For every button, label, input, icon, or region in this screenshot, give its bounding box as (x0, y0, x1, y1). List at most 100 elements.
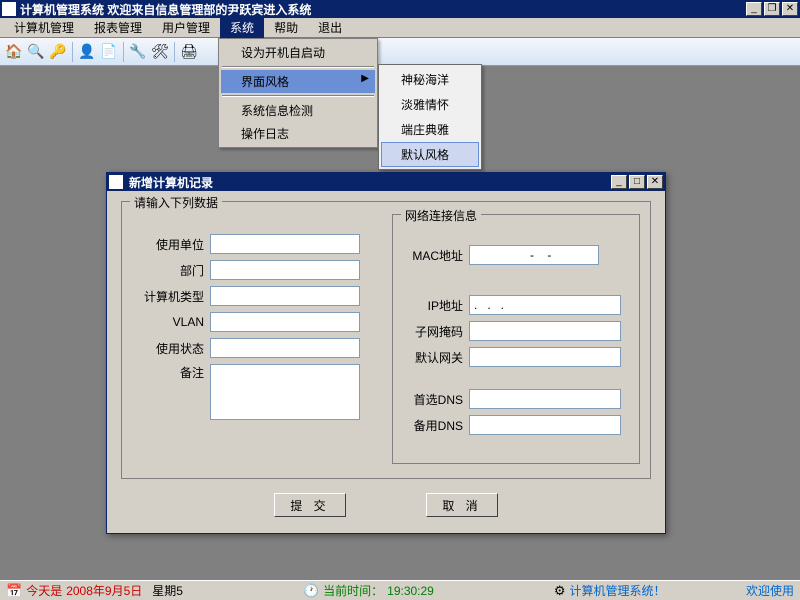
sysmenu-style-label: 界面风格 (241, 75, 289, 89)
tool-wrench-icon[interactable]: 🔧 (128, 42, 148, 62)
row-gw: 默认网关 (403, 347, 629, 367)
input-dept[interactable] (210, 260, 360, 280)
label-dns2: 备用DNS (403, 417, 463, 434)
label-dns1: 首选DNS (403, 391, 463, 408)
sysmenu-sysinfo[interactable]: 系统信息检测 (221, 99, 375, 122)
status-time-label: 当前时间： (323, 582, 383, 599)
menu-separator (222, 66, 374, 68)
style-submenu: 神秘海洋 淡雅情怀 端庄典雅 默认风格 (378, 64, 482, 170)
input-type[interactable] (210, 286, 360, 306)
menu-user[interactable]: 用户管理 (152, 17, 220, 38)
label-remark: 备注 (132, 364, 204, 381)
tool-tools-icon[interactable]: 🛠 (150, 42, 170, 62)
cancel-button[interactable]: 取 消 (426, 493, 498, 517)
group-net-legend: 网络连接信息 (401, 207, 481, 224)
dialog-minimize-button[interactable]: _ (611, 175, 627, 189)
row-mac: MAC地址 (403, 245, 629, 265)
submit-button[interactable]: 提 交 (274, 493, 346, 517)
clock-icon: 🕐 (303, 583, 319, 599)
tool-note-icon[interactable]: 📄 (99, 42, 119, 62)
maximize-button[interactable]: ❐ (764, 2, 780, 16)
sysmenu-log[interactable]: 操作日志 (221, 122, 375, 145)
menu-system[interactable]: 系统 (220, 17, 264, 38)
dialog-buttons: 提 交 取 消 (121, 493, 651, 517)
status-sys: ⚙ 计算机管理系统！ (554, 582, 666, 599)
gear-icon: ⚙ (554, 583, 566, 599)
group-main: 请输入下列数据 使用单位 部门 计算机类型 (121, 201, 651, 479)
status-welcome-text: 欢迎使用 (746, 582, 794, 599)
input-status[interactable] (210, 338, 360, 358)
row-ip: IP地址 (403, 295, 629, 315)
style-ocean[interactable]: 神秘海洋 (381, 67, 479, 92)
input-dns1[interactable] (469, 389, 621, 409)
add-computer-dialog: 新增计算机记录 _ □ ✕ 请输入下列数据 使用单位 部门 (106, 172, 666, 534)
menubar: 计算机管理 报表管理 用户管理 系统 帮助 退出 (0, 18, 800, 38)
group-net: 网络连接信息 MAC地址 IP地址 子网掩码 默认网关 (392, 214, 640, 464)
label-mask: 子网掩码 (403, 323, 463, 340)
row-type: 计算机类型 (132, 286, 380, 306)
menu-separator (222, 95, 374, 97)
row-vlan: VLAN (132, 312, 380, 332)
input-remark[interactable] (210, 364, 360, 420)
row-dept: 部门 (132, 260, 380, 280)
toolbar-separator (72, 42, 73, 62)
label-type: 计算机类型 (132, 288, 204, 305)
input-unit[interactable] (210, 234, 360, 254)
tool-user-icon[interactable]: 👤 (77, 42, 97, 62)
menu-report[interactable]: 报表管理 (84, 17, 152, 38)
system-menu: 设为开机自启动 界面风格 ▶ 系统信息检测 操作日志 (218, 38, 378, 148)
chevron-right-icon: ▶ (361, 73, 369, 84)
row-dns2: 备用DNS (403, 415, 629, 435)
toolbar-separator (123, 42, 124, 62)
dialog-icon (109, 175, 123, 189)
dialog-close-button[interactable]: ✕ (647, 175, 663, 189)
toolbar: 🏠 🔍 🔑 👤 📄 🔧 🛠 🖨 (0, 38, 800, 66)
status-sys-text: 计算机管理系统！ (570, 582, 666, 599)
input-dns2[interactable] (469, 415, 621, 435)
menu-exit[interactable]: 退出 (308, 17, 352, 38)
tool-key-icon[interactable]: 🔑 (48, 42, 68, 62)
input-ip[interactable] (469, 295, 621, 315)
menu-computer[interactable]: 计算机管理 (4, 17, 84, 38)
style-default[interactable]: 默认风格 (381, 142, 479, 167)
dialog-maximize-button[interactable]: □ (629, 175, 645, 189)
status-time: 🕐 当前时间： 19:30:29 (303, 582, 434, 599)
sysmenu-autostart[interactable]: 设为开机自启动 (221, 41, 375, 64)
tool-print-icon[interactable]: 🖨 (179, 42, 199, 62)
label-gw: 默认网关 (403, 349, 463, 366)
calendar-icon: 📅 (6, 583, 22, 599)
row-remark: 备注 (132, 364, 380, 420)
sysmenu-style[interactable]: 界面风格 ▶ (221, 70, 375, 93)
dialog-body: 请输入下列数据 使用单位 部门 计算机类型 (107, 191, 665, 533)
label-ip: IP地址 (403, 297, 463, 314)
status-date: 📅 今天是 2008年9月5日 星期5 (6, 582, 183, 599)
dialog-titlebar: 新增计算机记录 _ □ ✕ (107, 173, 665, 191)
minimize-button[interactable]: _ (746, 2, 762, 16)
style-elegant[interactable]: 淡雅情怀 (381, 92, 479, 117)
left-column: 使用单位 部门 计算机类型 VLAN (132, 214, 380, 464)
main-titlebar: 计算机管理系统 欢迎来自信息管理部的尹跃宾进入系统 _ ❐ ✕ (0, 0, 800, 18)
status-date-value: 2008年9月5日 (66, 582, 142, 599)
tool-home-icon[interactable]: 🏠 (4, 42, 24, 62)
status-time-value: 19:30:29 (387, 584, 434, 598)
input-mac[interactable] (469, 245, 599, 265)
label-dept: 部门 (132, 262, 204, 279)
status-welcome: 欢迎使用 (746, 582, 794, 599)
menu-help[interactable]: 帮助 (264, 17, 308, 38)
style-classic[interactable]: 端庄典雅 (381, 117, 479, 142)
toolbar-separator (174, 42, 175, 62)
label-unit: 使用单位 (132, 236, 204, 253)
dialog-title: 新增计算机记录 (127, 174, 609, 191)
input-vlan[interactable] (210, 312, 360, 332)
input-mask[interactable] (469, 321, 621, 341)
row-unit: 使用单位 (132, 234, 380, 254)
statusbar: 📅 今天是 2008年9月5日 星期5 🕐 当前时间： 19:30:29 ⚙ 计… (0, 580, 800, 600)
status-date-label: 今天是 (26, 582, 62, 599)
app-icon (2, 2, 16, 16)
window-title: 计算机管理系统 欢迎来自信息管理部的尹跃宾进入系统 (20, 1, 746, 18)
tool-search-icon[interactable]: 🔍 (26, 42, 46, 62)
row-status: 使用状态 (132, 338, 380, 358)
close-button[interactable]: ✕ (782, 2, 798, 16)
input-gw[interactable] (469, 347, 621, 367)
label-vlan: VLAN (132, 315, 204, 329)
